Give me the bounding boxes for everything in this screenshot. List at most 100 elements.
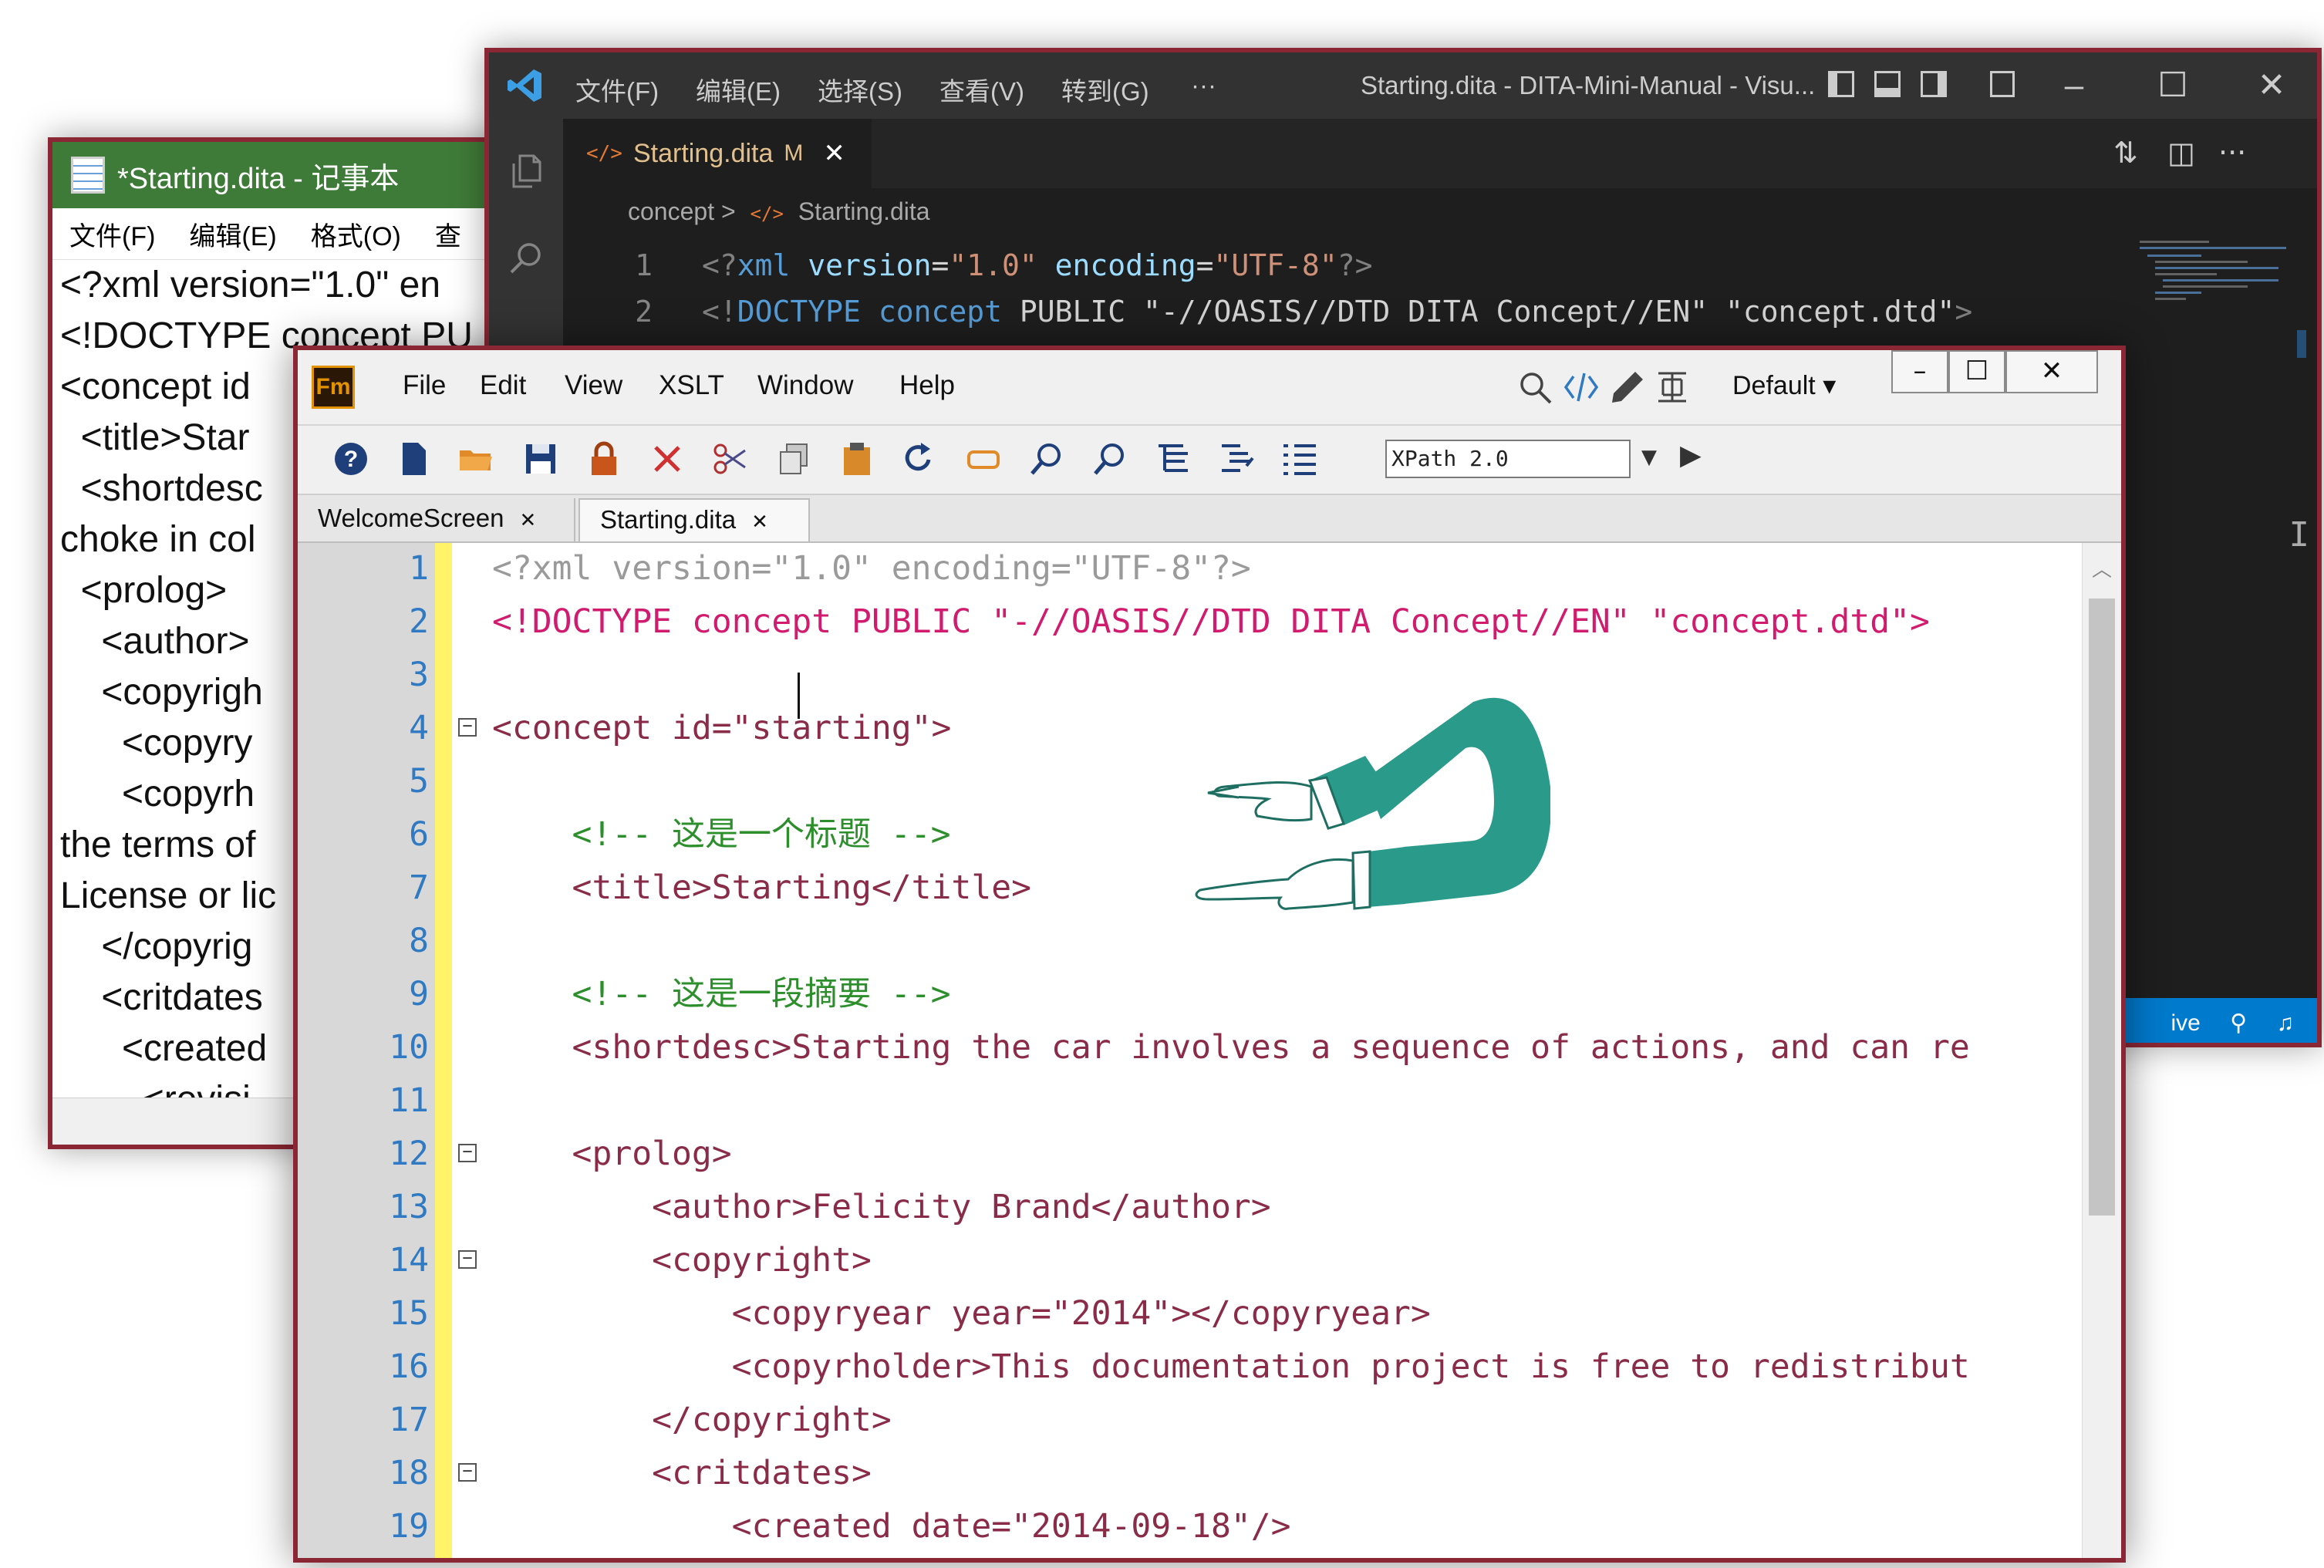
fm-menu-help[interactable]: Help <box>899 370 955 401</box>
line-number: 1 <box>409 549 429 588</box>
fm-minimize-button[interactable]: – <box>1891 350 1948 393</box>
search-icon[interactable] <box>508 239 545 276</box>
code-line[interactable]: 10 <shortdesc>Starting the car involves … <box>298 1022 2075 1074</box>
fold-toggle-icon[interactable]: − <box>458 1463 477 1482</box>
redo-icon[interactable] <box>901 440 939 478</box>
xpath-input[interactable]: XPath 2.0 <box>1385 440 1631 478</box>
zoom-in-icon[interactable] <box>1027 440 1066 478</box>
tab-starting-dita[interactable]: Starting.dita ✕ <box>578 498 810 541</box>
accounts-icon[interactable]: ⚲ <box>2230 1010 2247 1036</box>
notifications-icon[interactable]: ♫ <box>2277 1010 2295 1036</box>
customize-layout-icon[interactable] <box>1990 71 2015 97</box>
xpath-dropdown-icon[interactable]: ▼ <box>1641 446 1657 469</box>
live-share-status[interactable]: ive <box>2171 1010 2200 1036</box>
code-line[interactable]: 11 <box>298 1075 2075 1127</box>
fm-menu-edit[interactable]: Edit <box>480 370 526 401</box>
notepad-menu-edit[interactable]: 编辑(E) <box>189 215 276 253</box>
vscode-menu-go[interactable]: 转到(G) <box>1061 71 1149 108</box>
workspace-label: Default <box>1732 371 1816 400</box>
copy-icon[interactable] <box>774 440 813 478</box>
code-line[interactable]: 16 <copyrholder>This documentation proje… <box>298 1341 2075 1393</box>
scroll-up-icon[interactable]: ︿ <box>2083 554 2121 582</box>
save-icon[interactable] <box>521 440 560 478</box>
code-view-icon[interactable] <box>1563 369 1600 406</box>
lock-icon[interactable] <box>585 440 623 478</box>
code-line[interactable]: 12 − <prolog> <box>298 1128 2075 1180</box>
paste-icon[interactable] <box>838 440 876 478</box>
vscode-minimize-button[interactable]: – <box>2053 65 2095 106</box>
statusbar-right: ive ⚲ ♫ <box>2171 1010 2294 1037</box>
vscode-maximize-button[interactable]: ☐ <box>2152 65 2194 106</box>
delete-icon[interactable] <box>648 440 686 478</box>
code-line[interactable]: 14 − <copyright> <box>298 1235 2075 1286</box>
code-line[interactable]: 20 </critdates> <box>298 1554 2075 1558</box>
code-line[interactable]: 15 <copyryear year="2014"></copyryear> <box>298 1288 2075 1340</box>
line-number: 13 <box>389 1188 429 1226</box>
minimap[interactable] <box>2140 238 2294 353</box>
tab-welcome-screen[interactable]: WelcomeScreen ✕ <box>298 498 575 541</box>
cut-icon[interactable] <box>711 440 750 478</box>
run-icon[interactable]: ▶ <box>1680 440 1702 471</box>
fold-toggle-icon[interactable]: − <box>458 718 477 737</box>
explorer-icon[interactable] <box>508 153 545 190</box>
split-editor-icon[interactable]: ◫ <box>2167 136 2195 170</box>
fm-menu-window[interactable]: Window <box>757 370 853 401</box>
link-icon[interactable] <box>964 440 1003 478</box>
fold-toggle-icon[interactable]: − <box>458 1144 477 1162</box>
fm-close-button[interactable]: ✕ <box>2005 350 2098 393</box>
zoom-out-icon[interactable] <box>1091 440 1129 478</box>
vscode-close-button[interactable]: ✕ <box>2251 65 2292 106</box>
vscode-menu-file[interactable]: 文件(F) <box>575 71 659 108</box>
notepad-menu-view[interactable]: 查 <box>435 215 461 253</box>
code-line[interactable]: 18 − <critdates> <box>298 1448 2075 1499</box>
open-folder-icon[interactable] <box>457 440 495 478</box>
scrollbar-marker[interactable] <box>2297 330 2306 358</box>
line-number: 15 <box>389 1294 429 1333</box>
vscode-menu-view[interactable]: 查看(V) <box>939 71 1024 108</box>
close-tab-icon[interactable]: ✕ <box>520 508 537 531</box>
more-icon[interactable]: ··· <box>2218 136 2246 170</box>
breadcrumb-folder[interactable]: concept <box>628 197 714 225</box>
vscode-menu-more[interactable]: ··· <box>1191 71 1216 100</box>
code-line[interactable]: 1 <?xml version="1.0" encoding="UTF-8"?> <box>298 543 2075 595</box>
new-file-icon[interactable] <box>395 440 433 478</box>
workspace-dropdown[interactable]: Default ▾ <box>1732 370 1836 401</box>
fm-maximize-button[interactable]: ☐ <box>1948 350 2005 393</box>
tree-icon[interactable] <box>1154 440 1192 478</box>
fold-toggle-icon[interactable]: − <box>458 1250 477 1269</box>
code-line[interactable]: 17 </copyright> <box>298 1394 2075 1446</box>
toggle-sidebar-icon[interactable] <box>1828 71 1854 97</box>
breadcrumb-file[interactable]: Starting.dita <box>798 197 930 225</box>
fm-menu-view[interactable]: View <box>565 370 622 401</box>
code-line[interactable]: 2 <!DOCTYPE concept PUBLIC "-//OASIS//DTD… <box>298 596 2075 648</box>
toggle-secondary-sidebar-icon[interactable] <box>1921 71 1947 97</box>
code-text: <prolog> <box>492 1135 732 1173</box>
vscode-menu-selection[interactable]: 选择(S) <box>818 71 902 108</box>
notepad-titlebar[interactable]: *Starting.dita - 记事本 <box>52 142 521 208</box>
tab-starting-dita[interactable]: </> Starting.dita M ✕ <box>563 119 872 188</box>
code-line[interactable]: 19 <created date="2014-09-18"/> <box>298 1501 2075 1553</box>
code-line[interactable]: 13 <author>Felicity Brand</author> <box>298 1182 2075 1233</box>
breadcrumb: concept > </> Starting.dita <box>628 197 930 226</box>
code-line[interactable]: 2 <!DOCTYPE concept PUBLIC "-//OASIS//DTD… <box>563 288 1972 335</box>
line-number: 18 <box>389 1454 429 1492</box>
layout-icon[interactable] <box>1654 369 1691 406</box>
indent-icon[interactable] <box>1217 440 1256 478</box>
toggle-panel-icon[interactable] <box>1874 71 1901 97</box>
notepad-menu-format[interactable]: 格式(O) <box>311 215 401 253</box>
vscode-menu-edit[interactable]: 编辑(E) <box>696 71 781 108</box>
vscode-titlebar[interactable]: 文件(F) 编辑(E) 选择(S) 查看(V) 转到(G) ··· Starti… <box>489 52 2317 119</box>
notepad-menu-file[interactable]: 文件(F) <box>69 215 155 253</box>
fm-menu-file[interactable]: File <box>403 370 446 401</box>
code-line[interactable]: 1 <?xml version="1.0" encoding="UTF-8"?> <box>563 242 1372 288</box>
close-tab-icon[interactable]: ✕ <box>751 510 768 533</box>
vertical-scrollbar[interactable]: ︿ <box>2082 543 2121 1558</box>
compare-icon[interactable]: ⇅ <box>2113 136 2138 170</box>
pencil-icon[interactable] <box>1609 369 1646 406</box>
search-icon[interactable] <box>1516 369 1553 406</box>
close-tab-icon[interactable]: ✕ <box>823 138 845 169</box>
list-icon[interactable] <box>1280 440 1319 478</box>
scrollbar-thumb[interactable] <box>2089 599 2115 1216</box>
help-icon[interactable]: ? <box>332 440 370 478</box>
fm-menu-xslt[interactable]: XSLT <box>659 370 724 401</box>
